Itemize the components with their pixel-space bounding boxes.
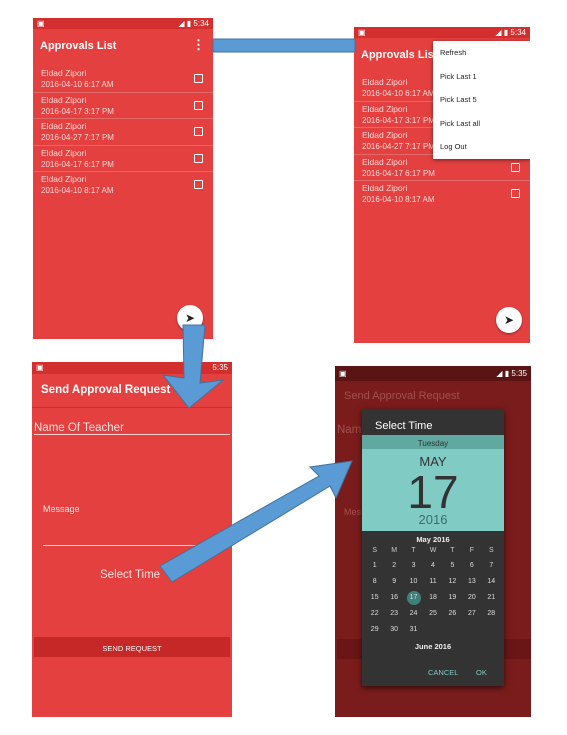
connector-bar (212, 38, 356, 53)
flow-arrows (159, 38, 356, 583)
diagonal-arrow (159, 460, 353, 583)
down-arrow (161, 324, 225, 409)
